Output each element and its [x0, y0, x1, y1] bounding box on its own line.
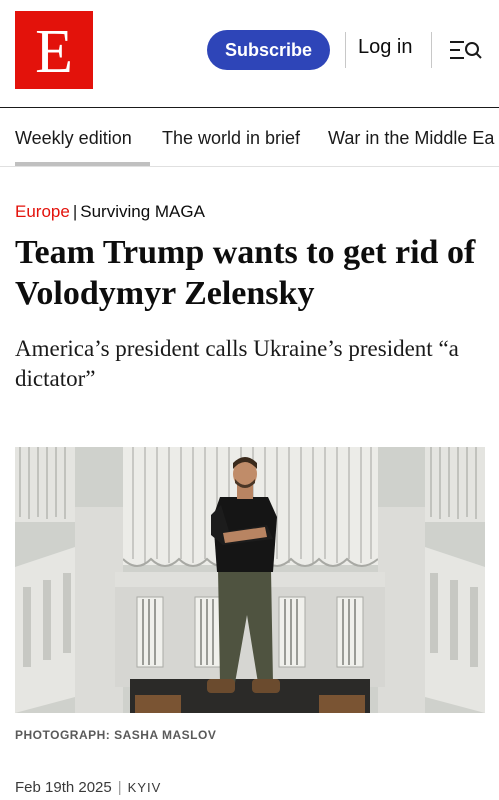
- article-photo: [15, 447, 485, 713]
- menu-search-icon[interactable]: [448, 38, 482, 62]
- rubric-separator: |: [72, 202, 78, 221]
- nav-active-indicator: [15, 162, 150, 166]
- site-header: E Subscribe Log in: [0, 0, 499, 108]
- article-rubric: Europe | Surviving MAGA: [15, 202, 205, 222]
- publish-date: Feb 19th 2025: [15, 779, 112, 796]
- economist-logo[interactable]: E: [15, 11, 93, 89]
- series-link[interactable]: Surviving MAGA: [80, 202, 205, 221]
- dateline-separator: |: [117, 779, 122, 796]
- login-link[interactable]: Log in: [358, 36, 413, 59]
- section-link[interactable]: Europe: [15, 202, 70, 221]
- divider: [345, 32, 346, 68]
- logo-letter: E: [35, 18, 73, 86]
- nav-item-middle-east[interactable]: War in the Middle Ea: [328, 128, 494, 149]
- article-dateline: Feb 19th 2025 | KYIV: [15, 779, 161, 796]
- dateline-location: KYIV: [127, 780, 162, 795]
- subscribe-button[interactable]: Subscribe: [207, 30, 330, 70]
- photo-credit: PHOTOGRAPH: SASHA MASLOV: [15, 728, 217, 742]
- nav-item-world-in-brief[interactable]: The world in brief: [162, 128, 300, 149]
- article-standfirst: America’s president calls Ukraine’s pres…: [15, 336, 459, 391]
- nav-item-weekly-edition[interactable]: Weekly edition: [15, 128, 132, 149]
- section-nav: Weekly edition The world in brief War in…: [0, 109, 499, 167]
- article-headline: Team Trump wants to get rid of Volodymyr…: [15, 234, 476, 312]
- divider: [431, 32, 432, 68]
